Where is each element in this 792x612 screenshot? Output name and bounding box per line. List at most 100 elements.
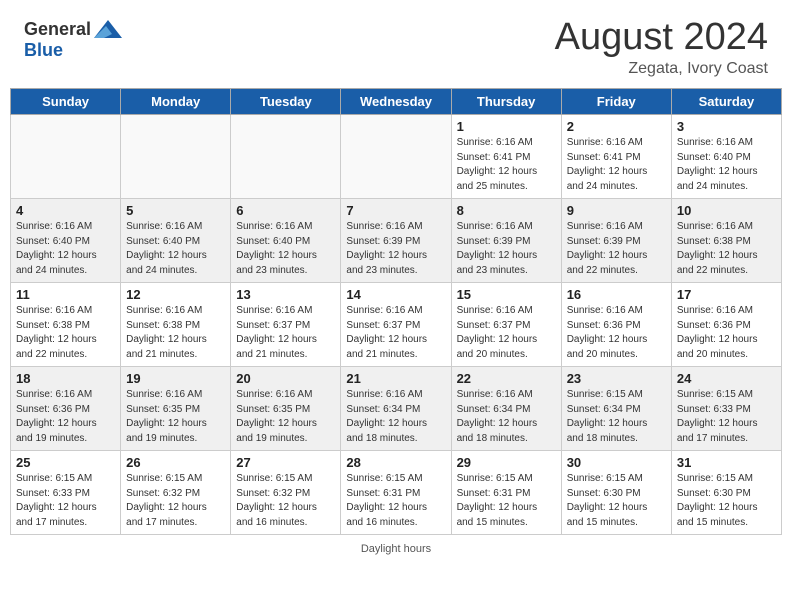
date-number: 11 bbox=[16, 287, 115, 302]
cell-content: Sunrise: 6:15 AMSunset: 6:31 PMDaylight:… bbox=[346, 472, 445, 530]
cell-content: Sunrise: 6:16 AMSunset: 6:36 PMDaylight:… bbox=[677, 304, 776, 362]
cell-content: Sunrise: 6:16 AMSunset: 6:37 PMDaylight:… bbox=[457, 304, 556, 362]
col-thursday: Thursday bbox=[451, 89, 561, 115]
page-container: GeneralBlue August 2024 Zegata, Ivory Co… bbox=[0, 0, 792, 557]
cell-content: Sunrise: 6:16 AMSunset: 6:35 PMDaylight:… bbox=[236, 388, 335, 446]
footer: Daylight hours bbox=[0, 541, 792, 557]
date-number: 25 bbox=[16, 455, 115, 470]
table-row: 20 Sunrise: 6:16 AMSunset: 6:35 PMDayligh… bbox=[231, 367, 341, 451]
logo: GeneralBlue bbox=[24, 18, 122, 61]
date-number: 13 bbox=[236, 287, 335, 302]
cell-content: Sunrise: 6:15 AMSunset: 6:32 PMDaylight:… bbox=[236, 472, 335, 530]
col-sunday: Sunday bbox=[11, 89, 121, 115]
date-number: 20 bbox=[236, 371, 335, 386]
table-row bbox=[231, 115, 341, 199]
cell-content: Sunrise: 6:16 AMSunset: 6:41 PMDaylight:… bbox=[457, 136, 556, 194]
date-number: 23 bbox=[567, 371, 666, 386]
date-number: 17 bbox=[677, 287, 776, 302]
table-row: 4 Sunrise: 6:16 AMSunset: 6:40 PMDaylight… bbox=[11, 199, 121, 283]
col-tuesday: Tuesday bbox=[231, 89, 341, 115]
date-number: 31 bbox=[677, 455, 776, 470]
cell-content: Sunrise: 6:16 AMSunset: 6:40 PMDaylight:… bbox=[126, 220, 225, 278]
month-year: August 2024 bbox=[555, 18, 768, 56]
calendar-table: Sunday Monday Tuesday Wednesday Thursday… bbox=[10, 88, 782, 535]
table-row: 21 Sunrise: 6:16 AMSunset: 6:34 PMDayligh… bbox=[341, 367, 451, 451]
location: Zegata, Ivory Coast bbox=[555, 60, 768, 78]
table-row: 3 Sunrise: 6:16 AMSunset: 6:40 PMDaylight… bbox=[671, 115, 781, 199]
table-row: 17 Sunrise: 6:16 AMSunset: 6:36 PMDayligh… bbox=[671, 283, 781, 367]
col-friday: Friday bbox=[561, 89, 671, 115]
date-number: 6 bbox=[236, 203, 335, 218]
date-number: 28 bbox=[346, 455, 445, 470]
cell-content: Sunrise: 6:16 AMSunset: 6:37 PMDaylight:… bbox=[236, 304, 335, 362]
calendar-week-row: 25 Sunrise: 6:15 AMSunset: 6:33 PMDayligh… bbox=[11, 451, 782, 535]
table-row: 14 Sunrise: 6:16 AMSunset: 6:37 PMDayligh… bbox=[341, 283, 451, 367]
cell-content: Sunrise: 6:16 AMSunset: 6:41 PMDaylight:… bbox=[567, 136, 666, 194]
table-row: 18Sunrise: 6:16 AMSunset: 6:36 PMDayligh… bbox=[11, 367, 121, 451]
cell-content: Sunrise: 6:15 AMSunset: 6:34 PMDaylight:… bbox=[567, 388, 666, 446]
date-number: 9 bbox=[567, 203, 666, 218]
cell-content: Sunrise: 6:16 AMSunset: 6:39 PMDaylight:… bbox=[457, 220, 556, 278]
date-number: 15 bbox=[457, 287, 556, 302]
cell-content: Sunrise: 6:16 AMSunset: 6:39 PMDaylight:… bbox=[567, 220, 666, 278]
table-row: 9 Sunrise: 6:16 AMSunset: 6:39 PMDaylight… bbox=[561, 199, 671, 283]
table-row: 11Sunrise: 6:16 AMSunset: 6:38 PMDayligh… bbox=[11, 283, 121, 367]
calendar-week-row: 4 Sunrise: 6:16 AMSunset: 6:40 PMDaylight… bbox=[11, 199, 782, 283]
table-row: 6 Sunrise: 6:16 AMSunset: 6:40 PMDaylight… bbox=[231, 199, 341, 283]
date-number: 12 bbox=[126, 287, 225, 302]
date-number: 14 bbox=[346, 287, 445, 302]
date-number: 8 bbox=[457, 203, 556, 218]
date-number: 29 bbox=[457, 455, 556, 470]
calendar-header-row: Sunday Monday Tuesday Wednesday Thursday… bbox=[11, 89, 782, 115]
table-row: 1 Sunrise: 6:16 AMSunset: 6:41 PMDaylight… bbox=[451, 115, 561, 199]
table-row: 23 Sunrise: 6:15 AMSunset: 6:34 PMDayligh… bbox=[561, 367, 671, 451]
col-saturday: Saturday bbox=[671, 89, 781, 115]
table-row: 15 Sunrise: 6:16 AMSunset: 6:37 PMDayligh… bbox=[451, 283, 561, 367]
daylight-label: Daylight hours bbox=[361, 543, 431, 555]
table-row bbox=[11, 115, 121, 199]
date-number: 27 bbox=[236, 455, 335, 470]
date-number: 3 bbox=[677, 119, 776, 134]
calendar-week-row: 18Sunrise: 6:16 AMSunset: 6:36 PMDayligh… bbox=[11, 367, 782, 451]
date-number: 4 bbox=[16, 203, 115, 218]
date-number: 21 bbox=[346, 371, 445, 386]
table-row: 19Sunrise: 6:16 AMSunset: 6:35 PMDayligh… bbox=[121, 367, 231, 451]
cell-content: Sunrise: 6:16 AMSunset: 6:34 PMDaylight:… bbox=[346, 388, 445, 446]
logo-icon bbox=[94, 18, 122, 40]
table-row: 25 Sunrise: 6:15 AMSunset: 6:33 PMDayligh… bbox=[11, 451, 121, 535]
cell-content: Sunrise: 6:16 AMSunset: 6:39 PMDaylight:… bbox=[346, 220, 445, 278]
table-row: 12 Sunrise: 6:16 AMSunset: 6:38 PMDayligh… bbox=[121, 283, 231, 367]
table-row: 30Sunrise: 6:15 AMSunset: 6:30 PMDayligh… bbox=[561, 451, 671, 535]
col-monday: Monday bbox=[121, 89, 231, 115]
cell-content: Sunrise: 6:16 AMSunset: 6:38 PMDaylight:… bbox=[126, 304, 225, 362]
table-row: 27 Sunrise: 6:15 AMSunset: 6:32 PMDayligh… bbox=[231, 451, 341, 535]
date-number: 5 bbox=[126, 203, 225, 218]
cell-content: Sunrise: 6:16 AMSunset: 6:37 PMDaylight:… bbox=[346, 304, 445, 362]
cell-content: Sunrise: 6:16 AMSunset: 6:36 PMDaylight:… bbox=[567, 304, 666, 362]
cell-content: Sunrise: 6:16 AMSunset: 6:40 PMDaylight:… bbox=[236, 220, 335, 278]
table-row bbox=[341, 115, 451, 199]
date-number: 7 bbox=[346, 203, 445, 218]
table-row: 22Sunrise: 6:16 AMSunset: 6:34 PMDayligh… bbox=[451, 367, 561, 451]
table-row: 5 Sunrise: 6:16 AMSunset: 6:40 PMDaylight… bbox=[121, 199, 231, 283]
calendar-week-row: 1 Sunrise: 6:16 AMSunset: 6:41 PMDaylight… bbox=[11, 115, 782, 199]
cell-content: Sunrise: 6:15 AMSunset: 6:33 PMDaylight:… bbox=[677, 388, 776, 446]
table-row: 13 Sunrise: 6:16 AMSunset: 6:37 PMDayligh… bbox=[231, 283, 341, 367]
cell-content: Sunrise: 6:15 AMSunset: 6:33 PMDaylight:… bbox=[16, 472, 115, 530]
table-row bbox=[121, 115, 231, 199]
date-number: 19 bbox=[126, 371, 225, 386]
table-row: 8 Sunrise: 6:16 AMSunset: 6:39 PMDaylight… bbox=[451, 199, 561, 283]
logo-text-general: General bbox=[24, 19, 91, 40]
table-row: 10Sunrise: 6:16 AMSunset: 6:38 PMDayligh… bbox=[671, 199, 781, 283]
date-number: 1 bbox=[457, 119, 556, 134]
table-row: 31Sunrise: 6:15 AMSunset: 6:30 PMDayligh… bbox=[671, 451, 781, 535]
date-number: 16 bbox=[567, 287, 666, 302]
cell-content: Sunrise: 6:16 AMSunset: 6:40 PMDaylight:… bbox=[16, 220, 115, 278]
table-row: 7 Sunrise: 6:16 AMSunset: 6:39 PMDaylight… bbox=[341, 199, 451, 283]
date-number: 30 bbox=[567, 455, 666, 470]
cell-content: Sunrise: 6:16 AMSunset: 6:36 PMDaylight:… bbox=[16, 388, 115, 446]
cell-content: Sunrise: 6:15 AMSunset: 6:31 PMDaylight:… bbox=[457, 472, 556, 530]
cell-content: Sunrise: 6:16 AMSunset: 6:40 PMDaylight:… bbox=[677, 136, 776, 194]
date-number: 24 bbox=[677, 371, 776, 386]
title-section: August 2024 Zegata, Ivory Coast bbox=[555, 18, 768, 78]
